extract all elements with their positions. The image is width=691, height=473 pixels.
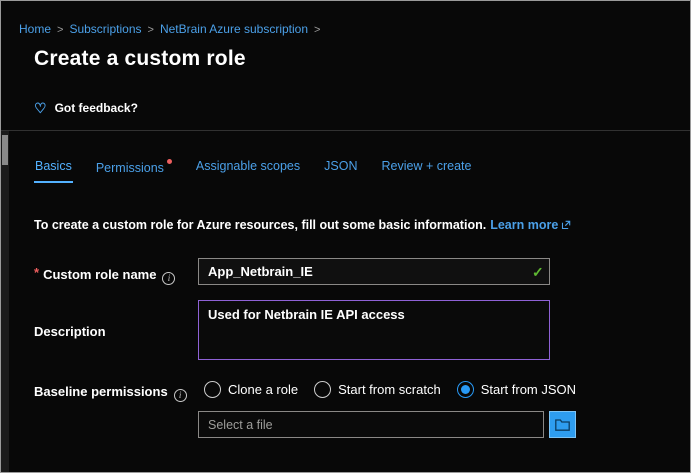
header-divider [1,130,690,131]
radio-clone-a-role-label: Clone a role [228,382,298,397]
radio-start-from-scratch[interactable]: Start from scratch [314,381,441,398]
breadcrumb-separator: > [314,24,320,36]
info-icon[interactable]: i [162,272,175,285]
tab-review-create[interactable]: Review + create [380,157,472,183]
description-label: Description [34,324,106,339]
heart-icon: ♡ [34,101,47,115]
radio-start-from-json[interactable]: Start from JSON [457,381,576,398]
folder-icon [555,418,570,431]
radio-circle [314,381,331,398]
baseline-permissions-label: Baseline permissions i [34,384,187,402]
custom-role-name-label: * Custom role name i [34,265,175,285]
breadcrumb: Home > Subscriptions > NetBrain Azure subscr… [19,22,326,36]
tab-json-label: JSON [324,159,357,173]
azure-create-custom-role-window: Home > Subscriptions > NetBrain Azure subscr… [0,0,691,473]
tab-bar: Basics Permissions Assignable scopes JSO… [34,157,472,183]
description-input[interactable]: Used for Netbrain IE API access [198,300,550,360]
custom-role-name-label-text: Custom role name [43,267,156,282]
tab-review-create-label: Review + create [381,159,471,173]
feedback-button[interactable]: ♡ Got feedback? [34,101,138,115]
required-asterisk: * [34,265,39,280]
baseline-permissions-options: Clone a role Start from scratch Start fr… [204,381,576,398]
left-scrollbar-track[interactable] [1,131,9,472]
radio-start-from-scratch-label: Start from scratch [338,382,441,397]
radio-circle [204,381,221,398]
baseline-permissions-label-text: Baseline permissions [34,384,168,399]
breadcrumb-separator: > [148,24,154,36]
intro-text: To create a custom role for Azure resour… [34,218,571,232]
tab-permissions[interactable]: Permissions [95,157,173,183]
feedback-label: Got feedback? [55,101,138,115]
valid-check-icon: ✓ [532,264,544,281]
tab-basics[interactable]: Basics [34,157,73,183]
tab-assignable-scopes[interactable]: Assignable scopes [195,157,301,183]
learn-more-label: Learn more [490,218,558,232]
tab-assignable-scopes-label: Assignable scopes [196,159,300,173]
tab-json[interactable]: JSON [323,157,358,183]
learn-more-link[interactable]: Learn more [490,218,571,232]
radio-start-from-json-label: Start from JSON [481,382,576,397]
breadcrumb-link-home[interactable]: Home [19,22,51,36]
info-icon[interactable]: i [174,389,187,402]
breadcrumb-link-subscriptions[interactable]: Subscriptions [69,22,141,36]
browse-file-button[interactable] [549,411,576,438]
left-scrollbar-thumb[interactable] [2,135,8,165]
radio-clone-a-role[interactable]: Clone a role [204,381,298,398]
external-link-icon [561,220,571,230]
intro-sentence: To create a custom role for Azure resour… [34,218,486,232]
breadcrumb-link-netbrain-subscription[interactable]: NetBrain Azure subscription [160,22,308,36]
radio-circle-selected [457,381,474,398]
file-select-input[interactable] [198,411,544,438]
validation-error-dot [167,159,172,164]
custom-role-name-input[interactable] [198,258,550,285]
page-title: Create a custom role [34,47,246,71]
tab-permissions-label: Permissions [96,161,164,175]
breadcrumb-separator: > [57,24,63,36]
tab-basics-label: Basics [35,159,72,173]
